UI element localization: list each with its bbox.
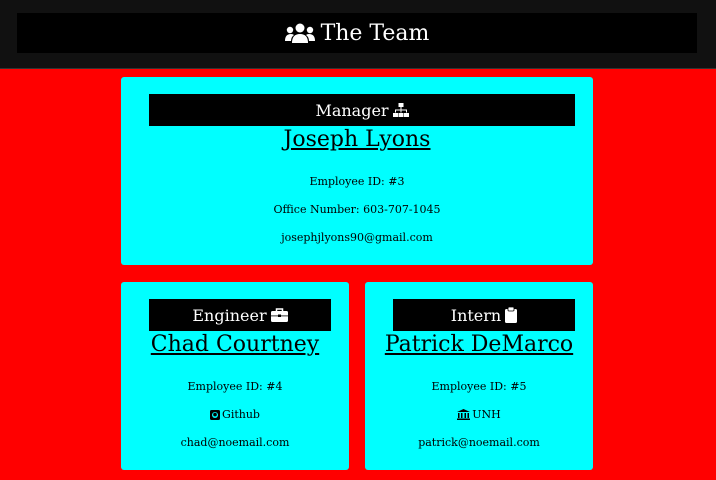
intern-school-label: UNH	[472, 408, 501, 421]
manager-role-label: Manager	[315, 100, 389, 120]
page-title: The Team	[320, 20, 430, 46]
github-icon	[210, 409, 221, 420]
intern-role-bar: Intern	[393, 299, 575, 331]
intern-employee-id: Employee ID: #5	[431, 380, 527, 393]
engineer-name[interactable]: Chad Courtney	[121, 332, 349, 357]
header-banner: The Team	[17, 13, 697, 53]
intern-name[interactable]: Patrick DeMarco	[365, 332, 593, 357]
intern-card: Intern Patrick DeMarco Employee ID: #5 U…	[365, 282, 593, 470]
university-icon	[457, 409, 471, 420]
engineer-role-label: Engineer	[192, 305, 267, 325]
page-header: The Team	[0, 0, 716, 69]
manager-employee-id: Employee ID: #3	[309, 175, 405, 188]
engineer-card: Engineer Chad Courtney Employee ID: #4 G…	[121, 282, 349, 470]
intern-role-label: Intern	[450, 305, 502, 325]
manager-role-bar: Manager	[149, 94, 575, 126]
engineer-email[interactable]: chad@noemail.com	[121, 436, 349, 449]
clipboard-icon	[505, 307, 518, 323]
manager-name[interactable]: Joseph Lyons	[121, 127, 593, 152]
briefcase-icon	[270, 308, 288, 322]
sitemap-icon	[392, 102, 409, 117]
users-icon	[284, 23, 315, 43]
engineer-github-label: Github	[222, 408, 260, 421]
manager-card: Manager Joseph Lyons Employee ID: #3 Off…	[121, 77, 593, 265]
intern-school: UNH	[365, 408, 593, 421]
engineer-github-link[interactable]: Github	[121, 408, 349, 421]
manager-office-number: Office Number: 603-707-1045	[273, 203, 441, 216]
intern-email[interactable]: patrick@noemail.com	[365, 436, 593, 449]
engineer-role-bar: Engineer	[149, 299, 331, 331]
engineer-employee-id: Employee ID: #4	[187, 380, 283, 393]
manager-email[interactable]: josephjlyons90@gmail.com	[121, 231, 593, 244]
